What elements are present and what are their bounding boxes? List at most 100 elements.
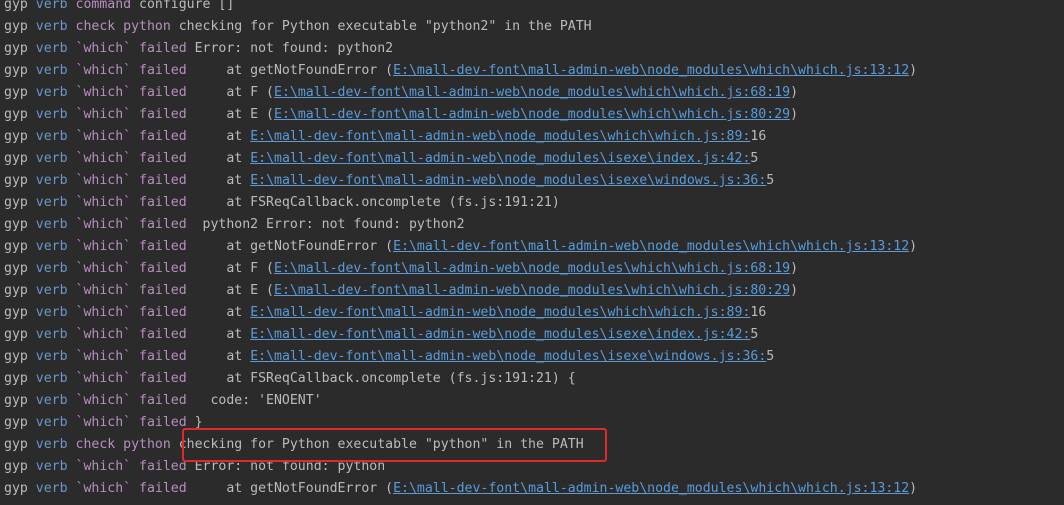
log-level: verb — [35, 459, 68, 474]
log-line: gyp verb `which` failed Error: not found… — [0, 456, 1064, 478]
log-category: `which` failed — [75, 283, 187, 298]
log-message-suffix: ) — [790, 283, 799, 298]
log-level: verb — [35, 217, 68, 232]
log-level: verb — [35, 415, 68, 430]
log-prefix: gyp — [4, 437, 28, 452]
log-category: `which` failed — [75, 217, 187, 232]
log-prefix: gyp — [4, 63, 28, 78]
log-prefix: gyp — [4, 305, 28, 320]
log-level: verb — [35, 481, 68, 496]
log-level: verb — [35, 393, 68, 408]
log-message: code: 'ENOENT' — [186, 393, 322, 408]
log-category: `which` failed — [75, 173, 187, 188]
log-prefix: gyp — [4, 217, 28, 232]
log-message: at FSReqCallback.oncomplete (fs.js:191:2… — [186, 195, 560, 210]
log-message-suffix: ) — [790, 85, 799, 100]
log-category: `which` failed — [75, 349, 187, 364]
log-level: verb — [35, 0, 68, 12]
log-message: Error: not found: python — [186, 459, 386, 474]
log-message-suffix: ) — [790, 261, 799, 276]
file-path-link[interactable]: E:\mall-dev-font\mall-admin-web\node_mod… — [250, 129, 750, 144]
log-message: at — [186, 173, 251, 188]
log-message-suffix: 5 — [750, 151, 759, 166]
log-category: check python — [75, 437, 171, 452]
log-prefix: gyp — [4, 459, 28, 474]
log-message: Error: not found: python2 — [186, 41, 394, 56]
log-line: gyp verb `which` failed at E:\mall-dev-f… — [0, 346, 1064, 368]
file-path-link[interactable]: E:\mall-dev-font\mall-admin-web\node_mod… — [274, 85, 790, 100]
log-line: gyp verb `which` failed at getNotFoundEr… — [0, 60, 1064, 82]
log-line: gyp verb `which` failed code: 'ENOENT' — [0, 390, 1064, 412]
log-level: verb — [35, 371, 68, 386]
log-prefix: gyp — [4, 19, 28, 34]
log-line: gyp verb `which` failed at E:\mall-dev-f… — [0, 126, 1064, 148]
log-level: verb — [35, 129, 68, 144]
log-message: at F ( — [186, 261, 274, 276]
log-prefix: gyp — [4, 349, 28, 364]
log-line: gyp verb check python checking for Pytho… — [0, 16, 1064, 38]
log-prefix: gyp — [4, 85, 28, 100]
log-line: gyp verb `which` failed at E:\mall-dev-f… — [0, 302, 1064, 324]
file-path-link[interactable]: E:\mall-dev-font\mall-admin-web\node_mod… — [393, 239, 909, 254]
log-message: at E ( — [186, 107, 274, 122]
log-category: `which` failed — [75, 393, 187, 408]
file-path-link[interactable]: E:\mall-dev-font\mall-admin-web\node_mod… — [250, 305, 750, 320]
log-message-suffix: ) — [909, 63, 918, 78]
log-line: gyp verb `which` failed at getNotFoundEr… — [0, 236, 1064, 258]
log-level: verb — [35, 195, 68, 210]
file-path-link[interactable]: E:\mall-dev-font\mall-admin-web\node_mod… — [250, 349, 766, 364]
log-message: at F ( — [186, 85, 274, 100]
log-category: `which` failed — [75, 63, 187, 78]
log-level: verb — [35, 151, 68, 166]
log-level: verb — [35, 283, 68, 298]
log-line: gyp verb `which` failed at FSReqCallback… — [0, 192, 1064, 214]
log-level: verb — [35, 63, 68, 78]
log-message: at getNotFoundError ( — [186, 481, 394, 496]
file-path-link[interactable]: E:\mall-dev-font\mall-admin-web\node_mod… — [274, 283, 790, 298]
log-level: verb — [35, 85, 68, 100]
log-prefix: gyp — [4, 371, 28, 386]
log-prefix: gyp — [4, 327, 28, 342]
log-message: } — [186, 415, 203, 430]
log-category: `which` failed — [75, 151, 187, 166]
log-line: gyp verb `which` failed at FSReqCallback… — [0, 368, 1064, 390]
log-category: `which` failed — [75, 41, 187, 56]
log-message-suffix: ) — [790, 107, 799, 122]
log-level: verb — [35, 261, 68, 276]
log-line: gyp verb `which` failed at E:\mall-dev-f… — [0, 148, 1064, 170]
file-path-link[interactable]: E:\mall-dev-font\mall-admin-web\node_mod… — [250, 151, 750, 166]
log-message: at — [186, 327, 251, 342]
log-message-suffix: 16 — [750, 129, 767, 144]
log-level: verb — [35, 173, 68, 188]
log-prefix: gyp — [4, 415, 28, 430]
log-category: `which` failed — [75, 459, 187, 474]
log-line: gyp verb `which` failed at E:\mall-dev-f… — [0, 324, 1064, 346]
log-level: verb — [35, 19, 68, 34]
log-message: checking for Python executable "python2"… — [170, 19, 592, 34]
terminal-output[interactable]: gyp verb command configure [] gyp verb ch… — [0, 0, 1064, 500]
log-level: verb — [35, 437, 68, 452]
log-message: at — [186, 129, 251, 144]
log-level: verb — [35, 327, 68, 342]
log-message: at — [186, 349, 251, 364]
file-path-link[interactable]: E:\mall-dev-font\mall-admin-web\node_mod… — [250, 173, 766, 188]
log-line: gyp verb `which` failed at E (E:\mall-de… — [0, 104, 1064, 126]
log-message: at — [186, 151, 251, 166]
log-category: `which` failed — [75, 481, 187, 496]
log-level: verb — [35, 239, 68, 254]
log-category: `which` failed — [75, 305, 187, 320]
log-category: `which` failed — [75, 415, 187, 430]
file-path-link[interactable]: E:\mall-dev-font\mall-admin-web\node_mod… — [393, 63, 909, 78]
file-path-link[interactable]: E:\mall-dev-font\mall-admin-web\node_mod… — [274, 107, 790, 122]
log-message-suffix: ) — [909, 239, 918, 254]
log-message: at FSReqCallback.oncomplete (fs.js:191:2… — [186, 371, 576, 386]
log-prefix: gyp — [4, 151, 28, 166]
log-category: `which` failed — [75, 129, 187, 144]
file-path-link[interactable]: E:\mall-dev-font\mall-admin-web\node_mod… — [250, 327, 750, 342]
file-path-link[interactable]: E:\mall-dev-font\mall-admin-web\node_mod… — [393, 481, 909, 496]
log-message-suffix: 16 — [750, 305, 767, 320]
log-prefix: gyp — [4, 481, 28, 496]
log-category: `which` failed — [75, 107, 187, 122]
file-path-link[interactable]: E:\mall-dev-font\mall-admin-web\node_mod… — [274, 261, 790, 276]
log-message: at — [186, 305, 251, 320]
